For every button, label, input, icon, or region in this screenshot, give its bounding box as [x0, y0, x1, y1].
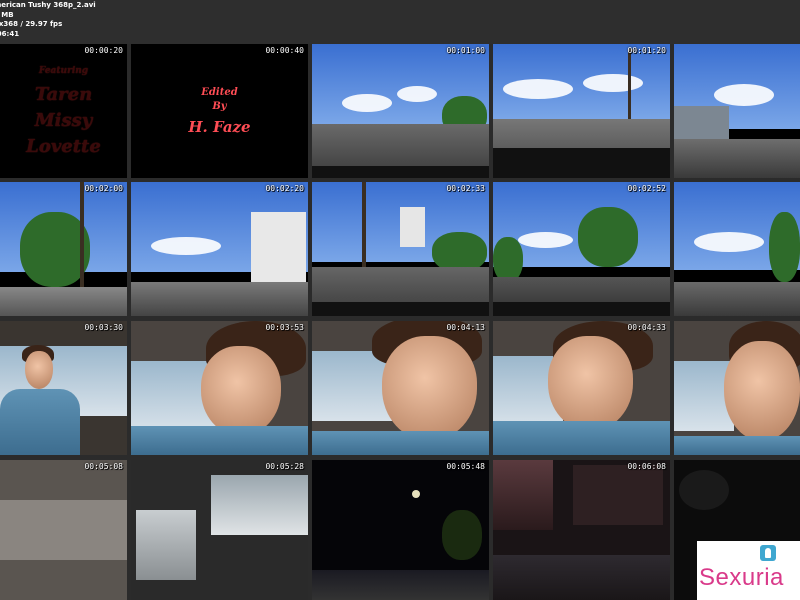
- thumbnail-credits-names[interactable]: 00:00:20 Featuring Taren Missy Lovette: [0, 44, 127, 178]
- timestamp: 00:06:08: [627, 462, 666, 471]
- thumbnail-road[interactable]: 00:01:20: [493, 44, 670, 178]
- file-size: 4 MB: [0, 10, 14, 19]
- timestamp: 00:03:53: [265, 323, 304, 332]
- thumbnail-road[interactable]: 00:02:00: [0, 182, 127, 316]
- timestamp: 00:05:28: [265, 462, 304, 471]
- thumbnail-road-truck[interactable]: 00:02:20: [131, 182, 308, 316]
- thumbnail-road[interactable]: 00:02:52: [493, 182, 670, 316]
- road-scene: [674, 182, 800, 316]
- road-scene: [493, 44, 670, 178]
- file-info-header: merican Tushy 368p_2.avi 4 MB 0x368 / 29…: [0, 0, 800, 44]
- credit-featuring: Featuring: [38, 66, 89, 76]
- road-scene: [0, 182, 127, 316]
- road-scene: [493, 182, 670, 316]
- thumbnail-night-street[interactable]: 00:05:48: [312, 460, 489, 600]
- watermark-logo: Sexuria: [697, 541, 800, 600]
- timestamp: 00:01:20: [627, 46, 666, 55]
- video-info: 0x368 / 29.97 fps: [0, 20, 63, 28]
- timestamp: 00:04:33: [627, 323, 666, 332]
- night-scene: [493, 460, 670, 600]
- person-scene: [131, 321, 308, 455]
- timestamp: 00:02:20: [265, 184, 304, 193]
- timestamp: 00:02:52: [627, 184, 666, 193]
- thumbnail-person-close[interactable]: 00:04:13: [312, 321, 489, 455]
- timestamp: 00:02:33: [446, 184, 485, 193]
- thumbnail-road[interactable]: 00:02:33: [312, 182, 489, 316]
- logo-icon: [760, 545, 776, 561]
- credit-edited: Edited: [201, 87, 238, 98]
- road-scene: [674, 44, 800, 178]
- road-scene: [131, 182, 308, 316]
- thumbnail-person-close[interactable]: 00:03:53: [131, 321, 308, 455]
- credit-name: Missy: [34, 110, 93, 131]
- credit-by: By: [212, 101, 227, 112]
- credit-name: Lovette: [26, 136, 101, 157]
- timestamp: 00:00:20: [84, 46, 123, 55]
- interior-scene: [131, 460, 308, 600]
- person-scene: [493, 321, 670, 455]
- timestamp: 00:01:00: [446, 46, 485, 55]
- credit-name: Taren: [34, 84, 93, 105]
- person-scene: [674, 321, 800, 455]
- night-scene: [312, 460, 489, 600]
- thumbnail-credits-edited[interactable]: 00:00:40 Edited By H. Faze: [131, 44, 308, 178]
- timestamp: 00:03:30: [84, 323, 123, 332]
- thumbnail-road[interactable]: [674, 44, 800, 178]
- thumbnail-person[interactable]: 00:03:30: [0, 321, 127, 455]
- timestamp: 00:02:00: [84, 184, 123, 193]
- thumbnail-car-window[interactable]: 00:05:28: [131, 460, 308, 600]
- thumbnail-road[interactable]: 00:01:00: [312, 44, 489, 178]
- timestamp: 00:00:40: [265, 46, 304, 55]
- thumbnail-grid: 00:00:20 Featuring Taren Missy Lovette 0…: [0, 44, 800, 600]
- road-scene: [312, 44, 489, 178]
- thumbnail-person-close[interactable]: [674, 321, 800, 455]
- interior-scene: [0, 460, 127, 600]
- timestamp: 00:05:08: [84, 462, 123, 471]
- timestamp: 00:04:13: [446, 323, 485, 332]
- thumbnail-car-interior[interactable]: 00:05:08: [0, 460, 127, 600]
- watermark-text: Sexuria: [699, 564, 784, 591]
- credit-editor-name: H. Faze: [188, 118, 251, 136]
- person-scene: [312, 321, 489, 455]
- thumbnail-night-lot[interactable]: 00:06:08: [493, 460, 670, 600]
- file-name: merican Tushy 368p_2.avi: [0, 1, 96, 9]
- timestamp: 00:05:48: [446, 462, 485, 471]
- thumbnail-person-close[interactable]: 00:04:33: [493, 321, 670, 455]
- road-scene: [312, 182, 489, 316]
- person-scene: [0, 321, 127, 455]
- thumbnail-road[interactable]: [674, 182, 800, 316]
- video-duration: :06:41: [0, 29, 20, 38]
